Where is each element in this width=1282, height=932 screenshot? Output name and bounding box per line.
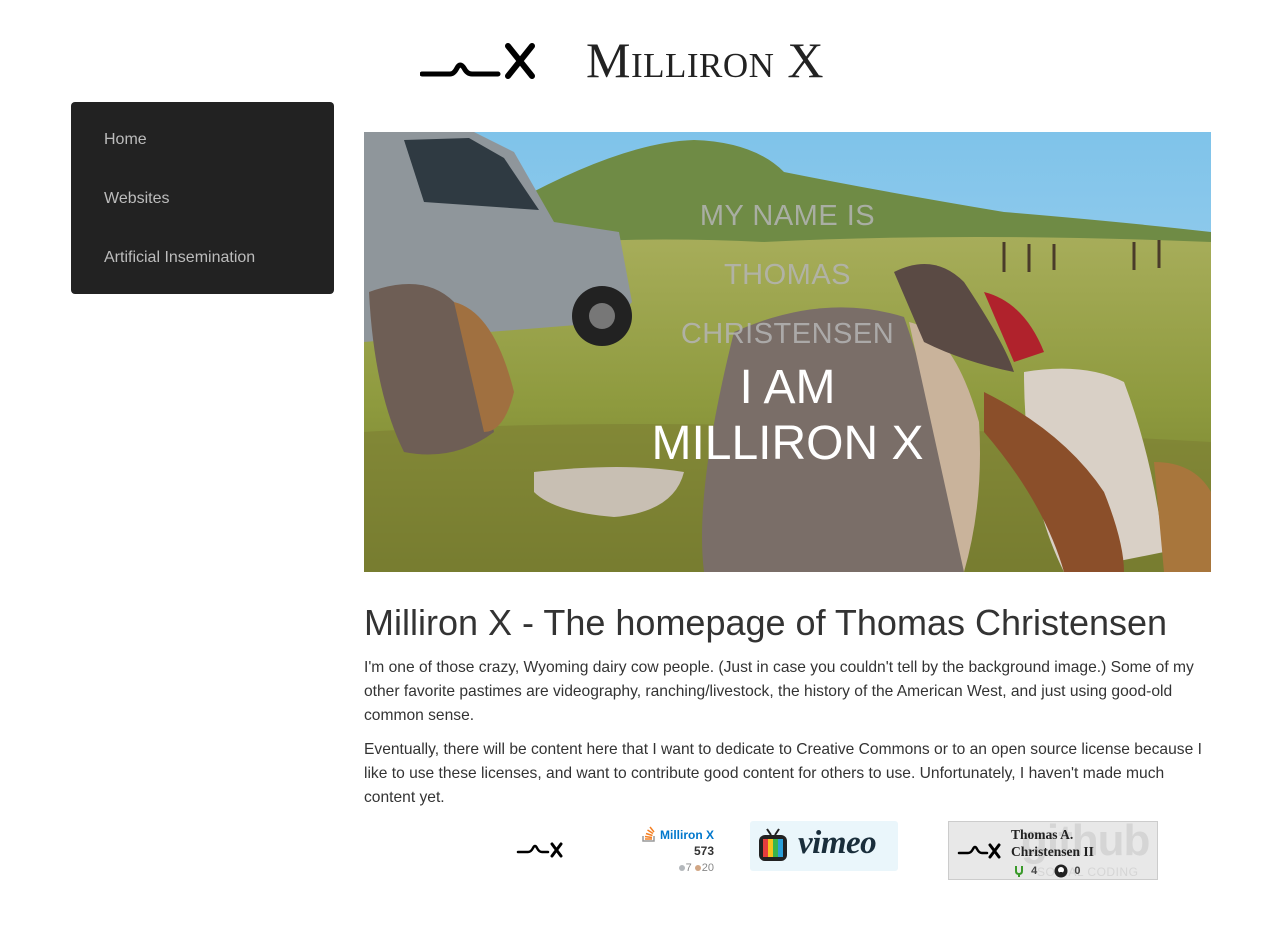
stackoverflow-reputation: 573 [693,844,714,858]
hero-line-i-am: I am [739,361,836,414]
stackoverflow-badge-counts: 7 20 [676,862,714,874]
github-badge[interactable]: github SOCIAL CODING Thomas A. Christens… [948,821,1158,880]
hero-line-my-name-is: My name is [699,200,876,232]
stackoverflow-icon [642,826,655,842]
hero-line-milliron-x: Milliron X [651,417,924,470]
vimeo-wordmark: vimeo [798,825,877,861]
stackoverflow-username[interactable]: Milliron X [660,828,714,842]
milliron-x-logo-icon[interactable] [420,42,536,82]
github-name-line1: Thomas A. [1011,827,1074,842]
site-title[interactable]: Milliron X [586,30,824,90]
hero-banner: My name is Thomas Christensen I am Milli… [364,132,1211,572]
vimeo-badge[interactable]: vimeo [750,821,898,871]
milliron-x-github-avatar-icon [957,843,1001,859]
hero-background-image [364,132,1211,572]
vimeo-tv-icon [759,828,787,861]
intro-paragraph: I'm one of those crazy, Wyoming dairy co… [364,659,1194,724]
sidebar-item-home[interactable]: Home [71,120,334,179]
sidebar-item-websites[interactable]: Websites [71,179,334,238]
github-repo-count: 4 [1031,864,1038,877]
milliron-x-small-logo-icon[interactable] [516,840,564,860]
sidebar-nav: Home Websites Artificial Insemination [71,102,334,294]
github-follower-count: 0 [1074,864,1081,877]
page-title: Milliron X - The homepage of Thomas Chri… [364,602,1168,643]
github-name-line2: Christensen II [1011,844,1094,859]
hero-line-first-name: Thomas [723,259,852,291]
hero-line-last-name: Christensen [680,318,895,350]
github-stats: 4 0 [1013,864,1080,878]
github-display-name[interactable]: Thomas A. Christensen II [1011,826,1094,860]
sidebar-item-artificial-insemination[interactable]: Artificial Insemination [71,238,334,297]
license-paragraph: Eventually, there will be content here t… [364,741,1202,806]
repo-fork-icon [1015,865,1023,877]
bronze-badge-dot [694,865,701,872]
bronze-badge-count: 20 [701,862,714,874]
stackoverflow-flair[interactable]: Milliron X 573 7 20 [638,824,718,876]
silver-badge-count: 7 [685,862,692,874]
github-octocat-icon [1054,864,1068,878]
silver-badge-dot [678,865,685,872]
site-header: Milliron X [0,28,1282,92]
